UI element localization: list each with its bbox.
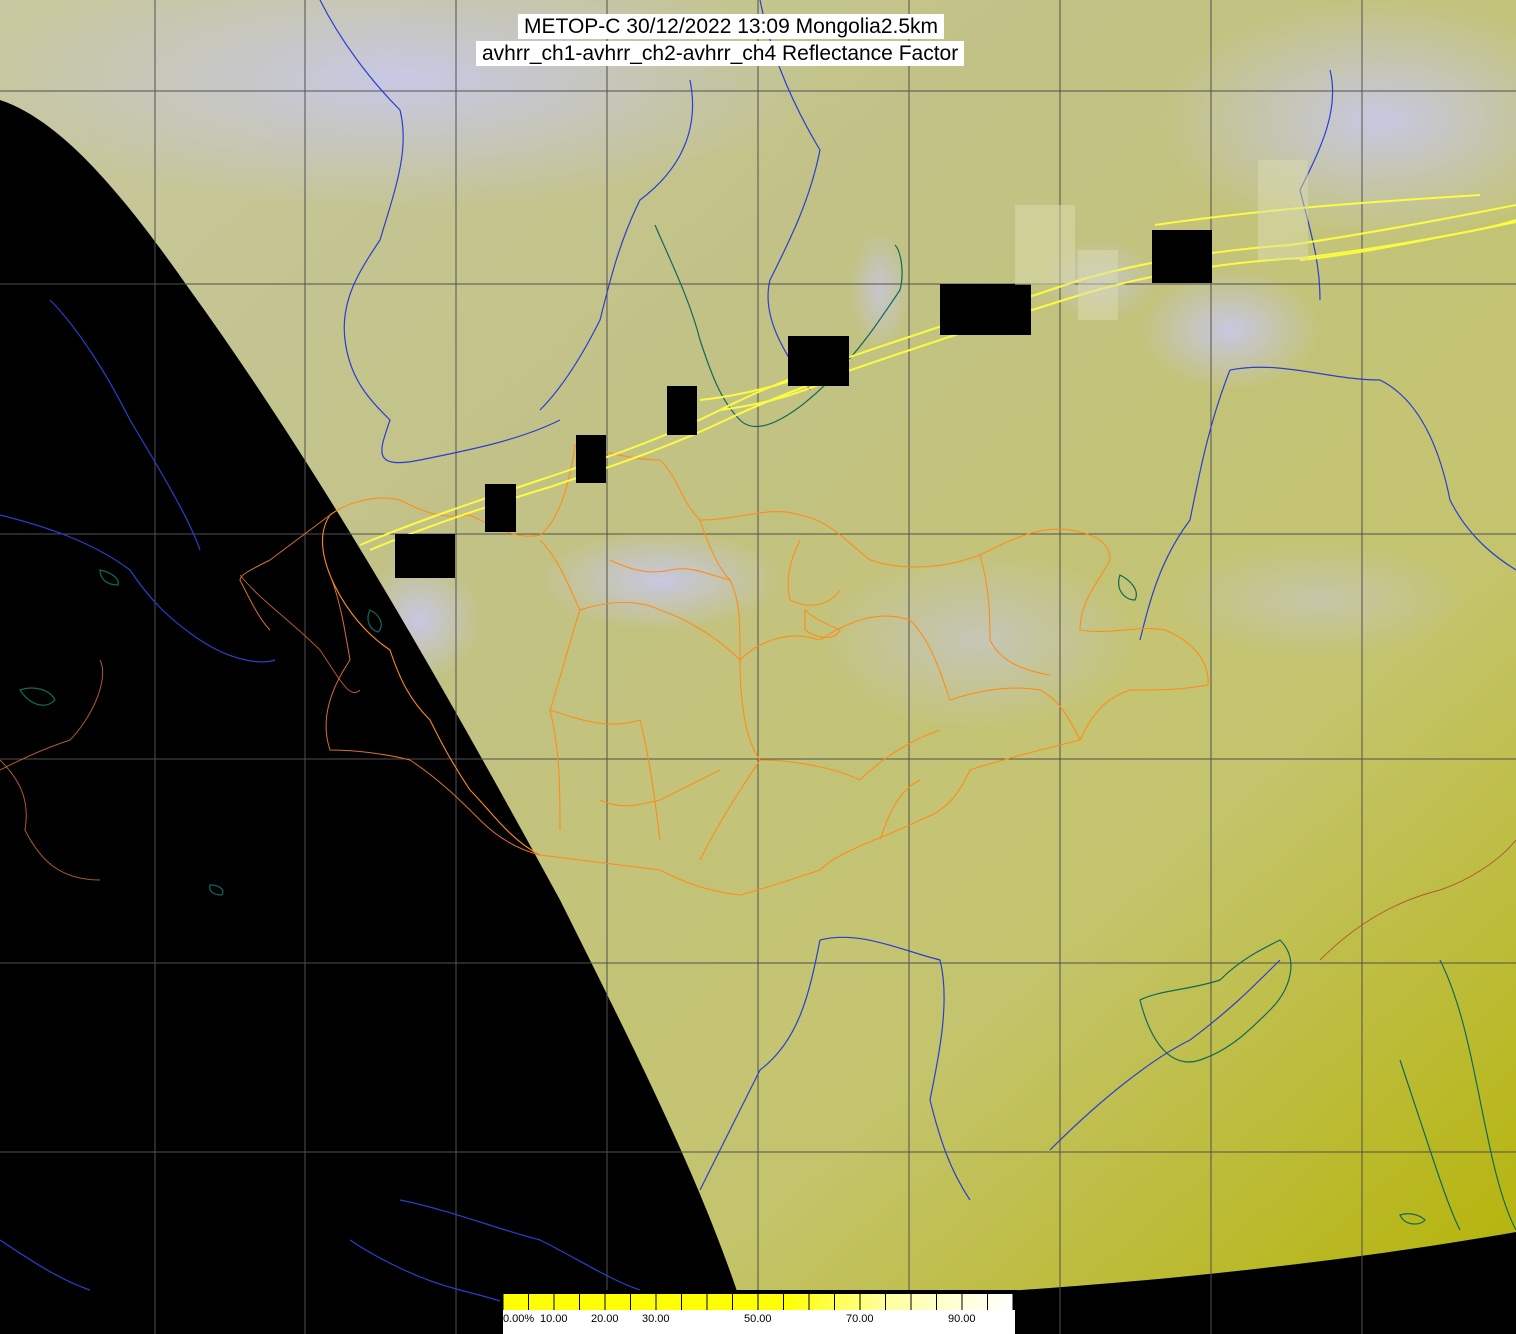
- colorbar-label: 20.00: [591, 1313, 619, 1325]
- colorbar-label: 30.00: [642, 1313, 670, 1325]
- map-title-line-1: METOP-C 30/12/2022 13:09 Mongolia2.5km: [518, 14, 945, 39]
- colorbar-ticks: [502, 1294, 1014, 1310]
- colorbar-label: 10.00: [540, 1313, 568, 1325]
- colorbar: [500, 1290, 1018, 1334]
- colorbar-label: 0.00%: [503, 1313, 535, 1325]
- colorbar-label: 50.00: [744, 1313, 772, 1325]
- colorbar-label: 90.00: [948, 1313, 976, 1325]
- colorbar-label: 70.00: [846, 1313, 874, 1325]
- satellite-map: [0, 0, 1516, 1334]
- map-title-line-2: avhrr_ch1-avhrr_ch2-avhrr_ch4 Reflectanc…: [476, 41, 965, 66]
